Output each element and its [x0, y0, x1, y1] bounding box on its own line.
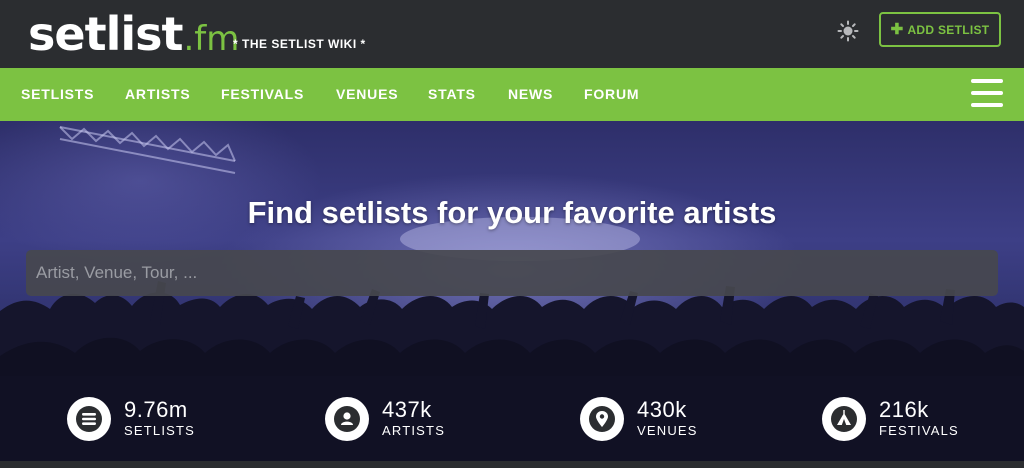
sun-icon[interactable] [837, 20, 859, 42]
stat-venues[interactable]: 430k VENUES [580, 376, 698, 461]
stat-value: 437k [382, 397, 432, 422]
stat-festivals[interactable]: 216k FESTIVALS [822, 376, 959, 461]
top-bar: setlist .fm * THE SETLIST WIKI * ✚ ADD SE… [0, 0, 1024, 68]
stat-label: FESTIVALS [879, 423, 959, 438]
stat-label: SETLISTS [124, 423, 196, 438]
nav-item-forum[interactable]: FORUM [584, 68, 639, 121]
stat-value: 9.76m [124, 397, 188, 422]
nav-item-artists[interactable]: ARTISTS [125, 68, 191, 121]
add-setlist-label: ADD SETLIST [907, 22, 990, 37]
nav-item-stats[interactable]: STATS [428, 68, 476, 121]
stat-label: ARTISTS [382, 423, 446, 438]
stat-value: 430k [637, 397, 687, 422]
hamburger-icon[interactable] [971, 79, 1003, 107]
logo-text: setlist [28, 7, 183, 61]
site-tagline: * THE SETLIST WIKI * [233, 37, 366, 51]
stat-label: VENUES [637, 423, 698, 438]
stat-value: 216k [879, 397, 929, 422]
location-pin-icon [580, 396, 624, 441]
bottom-strip [0, 461, 1024, 468]
plus-icon: ✚ [890, 21, 904, 38]
nav-item-news[interactable]: NEWS [508, 68, 553, 121]
stats-bar: 9.76m SETLISTS 437k ARTISTS 430k VENUES … [0, 376, 1024, 461]
add-setlist-button[interactable]: ✚ ADD SETLIST [879, 12, 1001, 47]
search-input[interactable] [26, 250, 998, 296]
nav-item-festivals[interactable]: FESTIVALS [221, 68, 304, 121]
site-logo[interactable]: setlist .fm [28, 6, 239, 62]
logo-tld: .fm [183, 19, 240, 59]
person-icon [325, 396, 369, 441]
hero-title: Find setlists for your favorite artists [247, 195, 777, 230]
tent-icon [822, 396, 866, 441]
nav-item-venues[interactable]: VENUES [336, 68, 398, 121]
main-nav: SETLISTS ARTISTS FESTIVALS VENUES STATS … [0, 68, 1024, 121]
stat-setlists[interactable]: 9.76m SETLISTS [67, 376, 195, 461]
nav-item-setlists[interactable]: SETLISTS [21, 68, 94, 121]
stat-artists[interactable]: 437k ARTISTS [325, 376, 445, 461]
list-icon [67, 396, 111, 441]
